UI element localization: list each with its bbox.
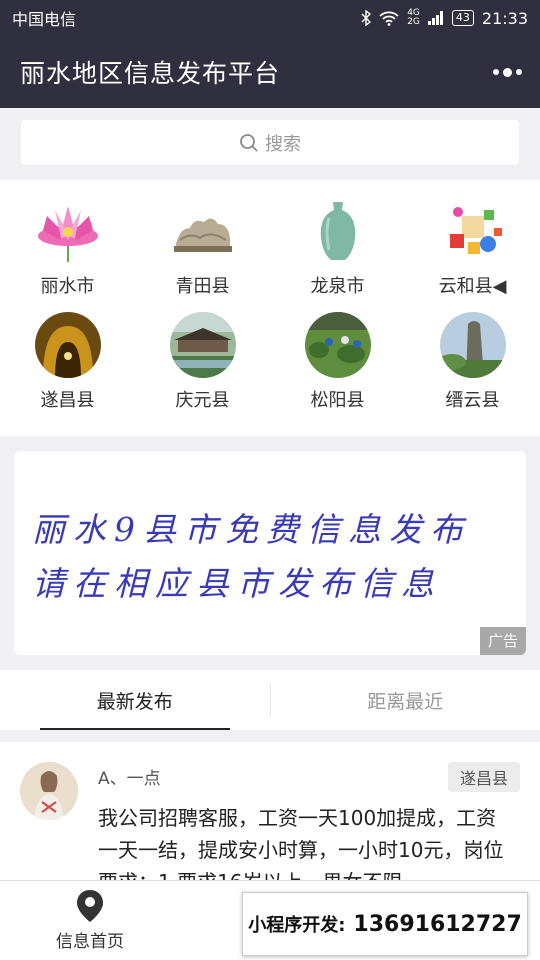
tea-field-photo (304, 312, 371, 378)
region-item-suichang[interactable]: 遂昌县 (0, 312, 135, 426)
region-label: 缙云县 (445, 390, 500, 411)
region-item-yunhe[interactable]: 云和县◀ (405, 198, 540, 312)
tab-latest[interactable]: 最新发布 (0, 670, 270, 730)
region-label: 云和县◀ (438, 276, 507, 297)
search-input[interactable]: 搜索 (21, 120, 519, 165)
region-item-qingtian[interactable]: 青田县 (135, 198, 270, 312)
search-icon (240, 133, 258, 152)
tabbar-label: 信息首页 (56, 932, 124, 952)
nav-bar: 丽水地区信息发布平台 (0, 36, 540, 108)
region-label: 丽水市 (40, 276, 95, 297)
page-title: 丽水地区信息发布平台 (20, 59, 281, 88)
feed-tabs: 最新发布 距离最近 (0, 670, 540, 730)
region-item-songyang[interactable]: 松阳县 (270, 312, 405, 426)
post-content: 我公司招聘客服，工资一天100加提成，工资一天一结，提成安小时算，一小时10元，… (98, 806, 504, 892)
status-icons: 4G 2G 43 21:33 (361, 9, 528, 28)
tunnel-photo (34, 312, 101, 378)
list-item[interactable]: A、一点 遂昌县 我公司招聘客服，工资一天100加提成，工资一天一结，提成安小时… (0, 742, 540, 892)
clock: 21:33 (481, 8, 528, 28)
rock-pillar-photo (439, 312, 506, 378)
network-type: 4G 2G (407, 8, 420, 27)
tabbar-item-home[interactable]: 信息首页 (0, 881, 180, 960)
avatar[interactable] (20, 762, 78, 820)
region-label: 青田县 (175, 276, 230, 297)
ad-banner[interactable]: 丽水9县市免费信息发布 请在相应县市发布信息 广告 (14, 451, 526, 655)
region-label: 庆元县 (175, 390, 230, 411)
more-options-icon[interactable] (493, 67, 522, 77)
lotus-icon (35, 198, 101, 264)
search-placeholder: 搜索 (265, 133, 301, 155)
signal-icon (427, 11, 443, 25)
region-grid: 丽水市 青田县 龙泉市 云和县◀ 遂昌县 庆元县 松阳县 缙云县 (0, 180, 540, 436)
wooden-toys-icon (440, 198, 506, 264)
post-username[interactable]: A、一点 (98, 764, 161, 789)
promo-label: 小程序开发: (248, 915, 346, 936)
covered-bridge-photo (169, 312, 236, 378)
region-label: 龙泉市 (310, 276, 365, 297)
battery-icon: 43 (451, 10, 474, 26)
celadon-vase-icon (305, 198, 371, 264)
wifi-icon (379, 11, 399, 26)
carrier-label: 中国电信 (12, 10, 77, 29)
promo-overlay: 小程序开发: 13691612727 (242, 892, 528, 956)
location-pin-icon (77, 890, 103, 922)
region-item-longquan[interactable]: 龙泉市 (270, 198, 405, 312)
banner-line-2: 请在相应县市发布信息 (32, 564, 442, 603)
region-badge: 遂昌县 (447, 762, 520, 792)
stone-carving-icon (170, 198, 236, 264)
region-item-qingyuan[interactable]: 庆元县 (135, 312, 270, 426)
region-item-lishui[interactable]: 丽水市 (0, 198, 135, 312)
region-label: 遂昌县 (40, 390, 95, 411)
promo-phone: 13691612727 (353, 911, 522, 937)
region-item-jinyun[interactable]: 缙云县 (405, 312, 540, 426)
banner-line-1: 丽水9县市免费信息发布 (32, 510, 471, 549)
status-bar: 中国电信 4G 2G 43 21:33 (0, 0, 540, 36)
search-section: 搜索 (0, 108, 540, 178)
tab-nearest[interactable]: 距离最近 (271, 670, 540, 730)
region-label: 松阳县 (310, 390, 365, 411)
bluetooth-icon (361, 10, 372, 26)
ad-badge: 广告 (479, 627, 526, 655)
